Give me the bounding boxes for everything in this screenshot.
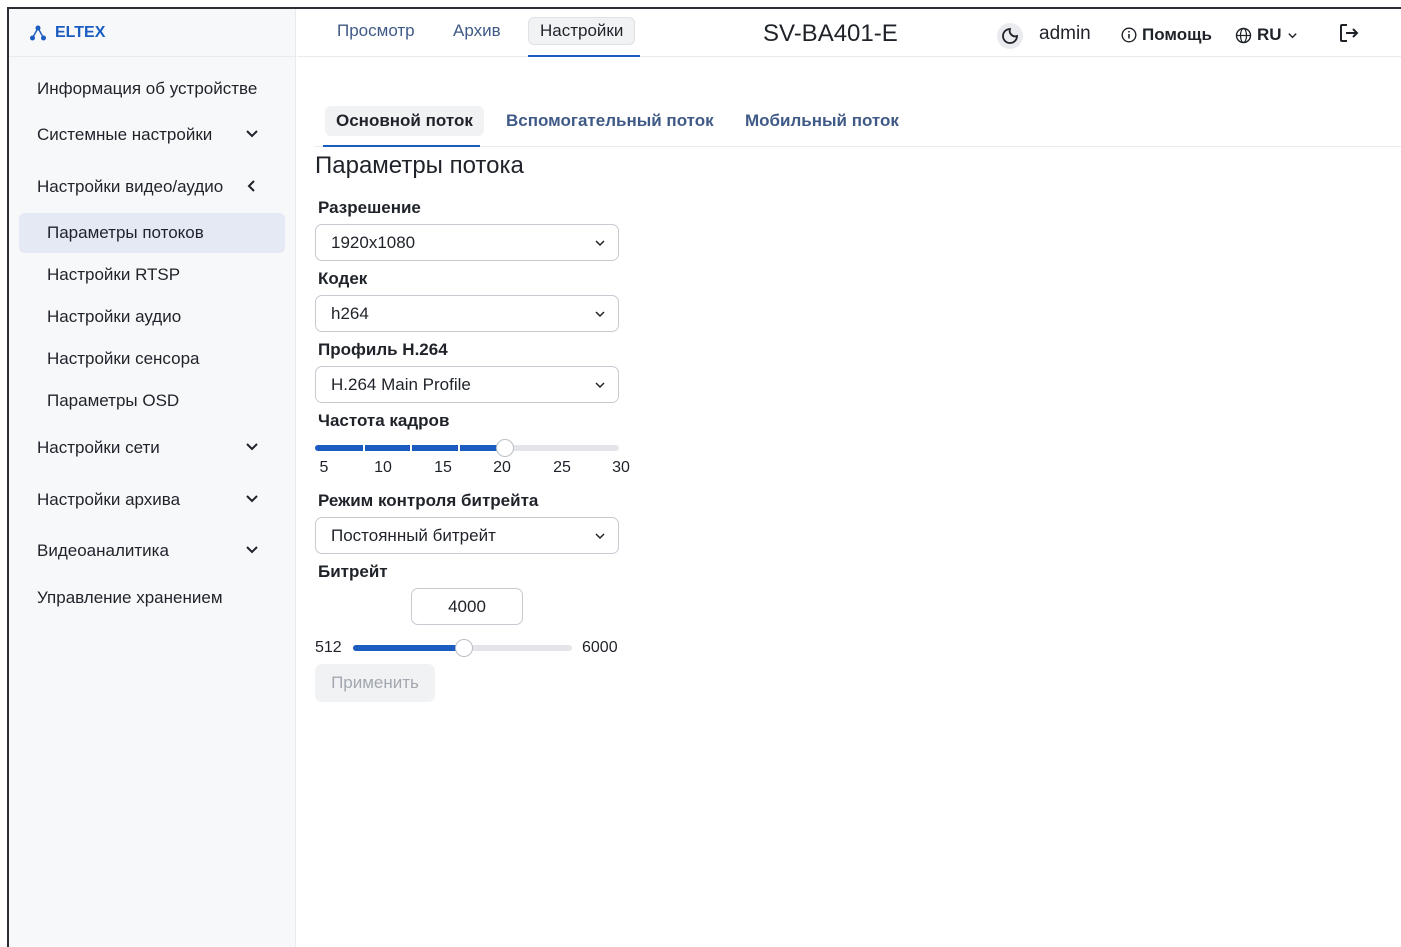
select-value: 1920x1080	[331, 232, 416, 252]
resolution-label: Разрешение	[318, 198, 421, 217]
sidebar-item-label: Информация об устройстве	[37, 79, 258, 98]
active-tab-indicator	[528, 55, 640, 57]
logo-text: ELTEX	[55, 24, 106, 41]
slider-tick-mark	[363, 445, 365, 451]
info-icon	[1121, 27, 1137, 43]
tab-main-stream[interactable]: Основной поток	[325, 106, 484, 136]
codec-label: Кодек	[318, 269, 368, 288]
theme-toggle[interactable]	[997, 23, 1023, 49]
chevron-down-icon	[1287, 32, 1297, 38]
device-title: SV-BA401-E	[763, 20, 898, 47]
help-link[interactable]: Помощь	[1121, 25, 1212, 45]
sidebar-item-label: Настройки сети	[37, 438, 160, 457]
chevron-down-icon	[246, 130, 258, 138]
bitrate-max-label: 6000	[582, 639, 618, 656]
sidebar-item-label: Параметры OSD	[47, 391, 180, 410]
logo[interactable]: ELTEX	[29, 23, 105, 43]
tab-label: Просмотр	[337, 21, 415, 40]
slider-tick-mark	[458, 445, 460, 451]
profile-select[interactable]: H.264 Main Profile	[315, 366, 619, 403]
framerate-slider[interactable]	[315, 439, 619, 457]
tab-view[interactable]: Просмотр	[326, 17, 426, 45]
slider-tick-label: 15	[434, 459, 452, 476]
bitrate-input[interactable]: 4000	[411, 588, 523, 625]
language-select[interactable]: RU	[1235, 25, 1298, 45]
tab-mobile-stream[interactable]: Мобильный поток	[734, 106, 910, 136]
slider-fill	[353, 645, 464, 651]
divider	[9, 56, 296, 57]
tab-archive[interactable]: Архив	[442, 17, 512, 45]
sidebar-item-storage[interactable]: Управление хранением	[37, 588, 223, 608]
slider-tick-label: 5	[319, 459, 329, 476]
moon-icon	[1002, 28, 1018, 44]
sidebar-item-label: Настройки RTSP	[47, 265, 181, 284]
eltex-logo-icon	[30, 25, 46, 41]
slider-tick-label: 25	[553, 459, 571, 476]
active-tab-indicator	[323, 145, 480, 147]
bitrate-mode-select[interactable]: Постоянный битрейт	[315, 517, 619, 554]
globe-icon	[1235, 27, 1252, 43]
username[interactable]: admin	[1039, 23, 1091, 45]
sidebar-item-archive[interactable]: Настройки архива	[37, 490, 267, 510]
tab-label: Мобильный поток	[745, 111, 899, 130]
slider-tick-label: 20	[493, 459, 511, 476]
chevron-down-icon	[246, 495, 258, 503]
sidebar-subitem-sensor[interactable]: Настройки сенсора	[19, 339, 285, 379]
language-label: RU	[1257, 25, 1282, 44]
section-title: Параметры потока	[315, 152, 524, 179]
select-value: Постоянный битрейт	[331, 525, 496, 545]
tab-label: Настройки	[540, 21, 624, 40]
slider-tick-mark	[410, 445, 412, 451]
bitrate-slider[interactable]	[353, 639, 572, 657]
tab-sub-stream[interactable]: Вспомогательный поток	[495, 106, 725, 136]
slider-tick-label: 30	[612, 459, 630, 476]
sidebar-item-label: Видеоаналитика	[37, 541, 169, 560]
tab-label: Основной поток	[336, 111, 473, 130]
chevron-down-icon	[595, 533, 605, 540]
sidebar-item-video-audio[interactable]: Настройки видео/аудио	[37, 177, 267, 197]
sidebar-item-device-info[interactable]: Информация об устройстве	[37, 79, 257, 99]
sidebar-item-label: Параметры потоков	[47, 223, 204, 242]
resolution-select[interactable]: 1920x1080	[315, 224, 619, 261]
sidebar-item-label: Настройки видео/аудио	[37, 177, 224, 196]
bitrate-label: Битрейт	[318, 562, 388, 581]
chevron-left-icon	[247, 180, 255, 192]
codec-select[interactable]: h264	[315, 295, 619, 332]
help-label: Помощь	[1142, 25, 1212, 44]
tab-label: Вспомогательный поток	[506, 111, 714, 130]
framerate-label: Частота кадров	[318, 411, 450, 430]
sidebar: ELTEX Информация об устройстве Системные…	[9, 9, 296, 947]
sidebar-item-analytics[interactable]: Видеоаналитика	[37, 541, 267, 561]
chevron-down-icon	[595, 311, 605, 318]
sidebar-item-label: Управление хранением	[37, 588, 223, 607]
sidebar-subitem-audio[interactable]: Настройки аудио	[19, 297, 285, 337]
tab-label: Архив	[453, 21, 501, 40]
chevron-down-icon	[595, 382, 605, 389]
select-value: h264	[331, 303, 369, 323]
sidebar-item-label: Настройки сенсора	[47, 349, 200, 368]
sidebar-subitem-stream-params[interactable]: Параметры потоков	[19, 213, 285, 253]
sidebar-item-label: Настройки архива	[37, 490, 181, 509]
bitrate-min-label: 512	[315, 639, 342, 656]
chevron-down-icon	[595, 240, 605, 247]
profile-label: Профиль H.264	[318, 340, 448, 359]
sidebar-item-label: Настройки аудио	[47, 307, 182, 326]
tab-settings[interactable]: Настройки	[528, 17, 636, 45]
sidebar-item-system-settings[interactable]: Системные настройки	[37, 125, 267, 145]
bitrate-mode-label: Режим контроля битрейта	[318, 491, 539, 510]
chevron-down-icon	[246, 546, 258, 554]
sidebar-subitem-osd[interactable]: Параметры OSD	[19, 381, 285, 421]
select-value: H.264 Main Profile	[331, 374, 471, 394]
sidebar-subitem-rtsp[interactable]: Настройки RTSP	[19, 255, 285, 295]
slider-thumb[interactable]	[455, 639, 473, 657]
app-window: ELTEX Информация об устройстве Системные…	[7, 7, 1401, 947]
sidebar-item-network[interactable]: Настройки сети	[37, 438, 267, 458]
chevron-down-icon	[246, 443, 258, 451]
slider-tick-mark	[505, 445, 507, 451]
top-bar: Просмотр Архив Настройки SV-BA401-E admi…	[297, 9, 1401, 57]
sidebar-item-label: Системные настройки	[37, 125, 213, 144]
logout-icon[interactable]	[1337, 21, 1361, 45]
apply-button[interactable]: Применить	[315, 664, 435, 702]
slider-tick-label: 10	[374, 459, 392, 476]
